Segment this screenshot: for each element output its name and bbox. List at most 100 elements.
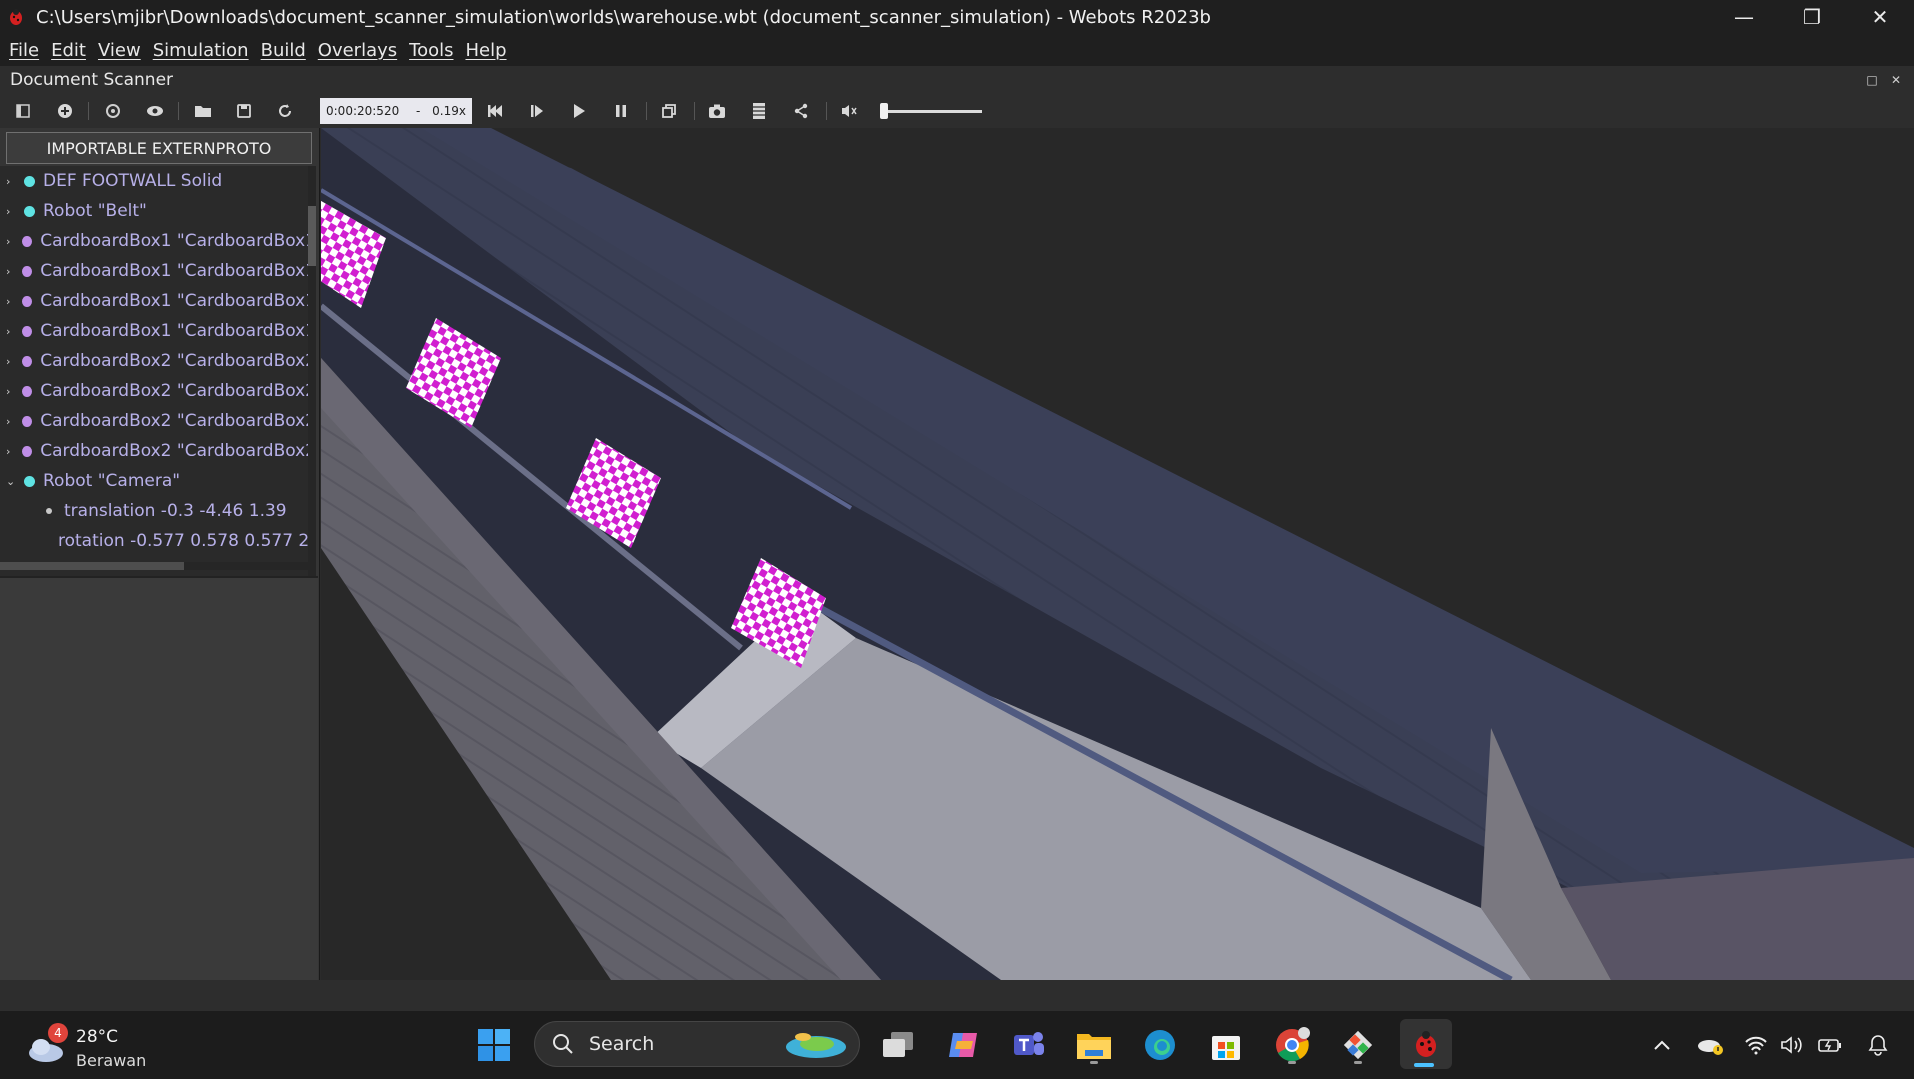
menu-help[interactable]: Help <box>465 40 506 61</box>
scene-tree-node[interactable]: › CardboardBox2 "CardboardBox2 <box>0 436 316 466</box>
scene-tree-field-label: translation -0.3 -4.46 1.39 <box>64 501 287 521</box>
share-icon[interactable] <box>788 99 814 123</box>
notification-icon[interactable] <box>1864 1031 1892 1059</box>
pause-icon[interactable] <box>608 99 634 123</box>
menu-simulation[interactable]: Simulation <box>153 40 249 61</box>
windows-start-icon[interactable] <box>472 1023 516 1067</box>
scene-tree-node[interactable]: › CardboardBox1 "CardboardBox1 <box>0 286 316 316</box>
screenshot-icon[interactable] <box>704 99 730 123</box>
record-movie-icon[interactable] <box>746 99 772 123</box>
menu-file[interactable]: File <box>9 40 39 61</box>
menu-view[interactable]: View <box>98 40 141 61</box>
toolbar-separator <box>826 102 827 120</box>
chevron-right-icon[interactable]: › <box>6 385 18 398</box>
chevron-right-icon[interactable]: › <box>6 235 18 248</box>
chevron-right-icon[interactable]: › <box>6 205 20 218</box>
window-title: C:\Users\mjibr\Downloads\document_scanne… <box>36 6 1211 28</box>
toolbar-separator <box>646 102 647 120</box>
weather-badge: 4 <box>48 1023 68 1043</box>
scene-tree-node-label: CardboardBox1 "CardboardBox1 <box>40 261 316 281</box>
chevron-right-icon[interactable]: › <box>6 355 18 368</box>
eye-icon[interactable] <box>142 99 168 123</box>
scene-tree-node[interactable]: › CardboardBox1 "CardboardBox1 <box>0 316 316 346</box>
3d-scene[interactable] <box>321 128 1914 980</box>
node-type-icon <box>22 385 33 397</box>
wifi-icon[interactable] <box>1742 1031 1770 1059</box>
open-world-icon[interactable] <box>190 99 216 123</box>
scene-tree-node[interactable]: › CardboardBox2 "CardboardBox2 <box>0 406 316 436</box>
scene-tree-node-label: DEF FOOTWALL Solid <box>43 171 223 191</box>
close-icon[interactable]: ✕ <box>1846 0 1914 34</box>
onedrive-icon[interactable] <box>1696 1031 1724 1059</box>
dock-close-icon[interactable]: ✕ <box>1888 72 1904 88</box>
scene-tree-node-label: CardboardBox1 "CardboardBox1 <box>40 291 316 311</box>
rendering-icon[interactable] <box>656 99 682 123</box>
scene-tree-node-label: CardboardBox2 "CardboardBox2 <box>40 411 316 431</box>
edge-icon[interactable] <box>1138 1023 1182 1067</box>
weather-widget[interactable]: 4 28°C Berawan <box>26 1021 156 1071</box>
add-node-icon[interactable] <box>52 99 78 123</box>
taskbar-search[interactable]: Search <box>534 1021 860 1067</box>
save-world-icon[interactable] <box>231 99 257 123</box>
scene-tree-vertical-scroll-thumb[interactable] <box>308 206 316 266</box>
file-explorer-icon[interactable] <box>1072 1023 1116 1067</box>
menu-tools[interactable]: Tools <box>409 40 453 61</box>
menu-build[interactable]: Build <box>261 40 306 61</box>
step-icon[interactable] <box>524 99 550 123</box>
importable-externproto-button[interactable]: IMPORTABLE EXTERNPROTO <box>6 132 312 164</box>
scene-tree-node[interactable]: › CardboardBox1 "CardboardBox1 <box>0 226 316 256</box>
menu-bar: File Edit View Simulation Build Overlays… <box>0 34 1914 66</box>
search-placeholder: Search <box>589 1033 655 1055</box>
chevron-right-icon[interactable]: › <box>6 415 18 428</box>
scene-tree-field[interactable]: translation -0.3 -4.46 1.39 <box>0 496 316 526</box>
weather-condition: Berawan <box>76 1051 147 1070</box>
scene-tree-node[interactable]: › DEF FOOTWALL Solid <box>0 166 316 196</box>
webots-icon[interactable] <box>1400 1019 1452 1069</box>
scene-tree-node[interactable]: › CardboardBox2 "CardboardBox2 <box>0 376 316 406</box>
play-icon[interactable] <box>566 99 592 123</box>
teams-icon[interactable] <box>1006 1023 1050 1067</box>
volume-slider[interactable] <box>884 110 982 113</box>
battery-icon[interactable] <box>1816 1031 1844 1059</box>
scene-tree-node[interactable]: › CardboardBox2 "CardboardBox2 <box>0 346 316 376</box>
chevron-right-icon[interactable]: › <box>6 325 18 338</box>
search-icon <box>553 1034 573 1054</box>
git-icon[interactable] <box>1336 1023 1380 1067</box>
chevron-right-icon[interactable]: › <box>6 445 18 458</box>
scene-tree-node[interactable]: › CardboardBox1 "CardboardBox1 <box>0 256 316 286</box>
task-view-icon[interactable] <box>876 1023 920 1067</box>
dock-float-icon[interactable]: □ <box>1864 72 1880 88</box>
scene-tree-field[interactable]: rotation -0.577 0.578 0.577 2.0 <box>0 526 316 556</box>
chevron-right-icon[interactable]: › <box>6 265 18 278</box>
scene-tree-node[interactable]: › Robot "Belt" <box>0 196 316 226</box>
volume-icon[interactable] <box>1778 1031 1806 1059</box>
volume-slider-handle[interactable] <box>880 103 888 119</box>
menu-overlays[interactable]: Overlays <box>318 40 397 61</box>
minimize-icon[interactable]: — <box>1710 0 1778 34</box>
reset-simulation-icon[interactable] <box>482 99 508 123</box>
3d-view[interactable] <box>321 128 1914 980</box>
hide-scene-tree-icon[interactable] <box>10 99 36 123</box>
toolbar-separator <box>178 102 179 120</box>
running-indicator <box>1090 1061 1098 1064</box>
restore-icon[interactable]: ❐ <box>1778 0 1846 34</box>
chrome-icon[interactable] <box>1270 1023 1314 1067</box>
windows-taskbar: 4 28°C Berawan Search <box>0 1010 1914 1079</box>
reset-viewpoint-icon[interactable] <box>100 99 126 123</box>
scene-tree-horizontal-scroll-thumb[interactable] <box>0 562 184 570</box>
chevron-right-icon[interactable]: › <box>6 175 20 188</box>
store-icon[interactable] <box>1204 1023 1248 1067</box>
chevron-up-icon[interactable] <box>1648 1031 1676 1059</box>
copilot-icon[interactable] <box>941 1023 985 1067</box>
scene-tree-node-label: CardboardBox1 "CardboardBox1 <box>40 321 316 341</box>
chevron-down-icon[interactable]: ⌄ <box>6 475 20 488</box>
scene-tree-node[interactable]: ⌄ Robot "Camera" <box>0 466 316 496</box>
scene-tree-node-label: CardboardBox1 "CardboardBox1 <box>40 231 316 251</box>
reload-world-icon[interactable] <box>272 99 298 123</box>
webots-window: C:\Users\mjibr\Downloads\document_scanne… <box>0 0 1914 1079</box>
mute-icon[interactable] <box>836 99 862 123</box>
chevron-right-icon[interactable]: › <box>6 295 18 308</box>
node-type-icon <box>22 415 33 427</box>
node-type-icon <box>22 325 33 337</box>
menu-edit[interactable]: Edit <box>51 40 86 61</box>
